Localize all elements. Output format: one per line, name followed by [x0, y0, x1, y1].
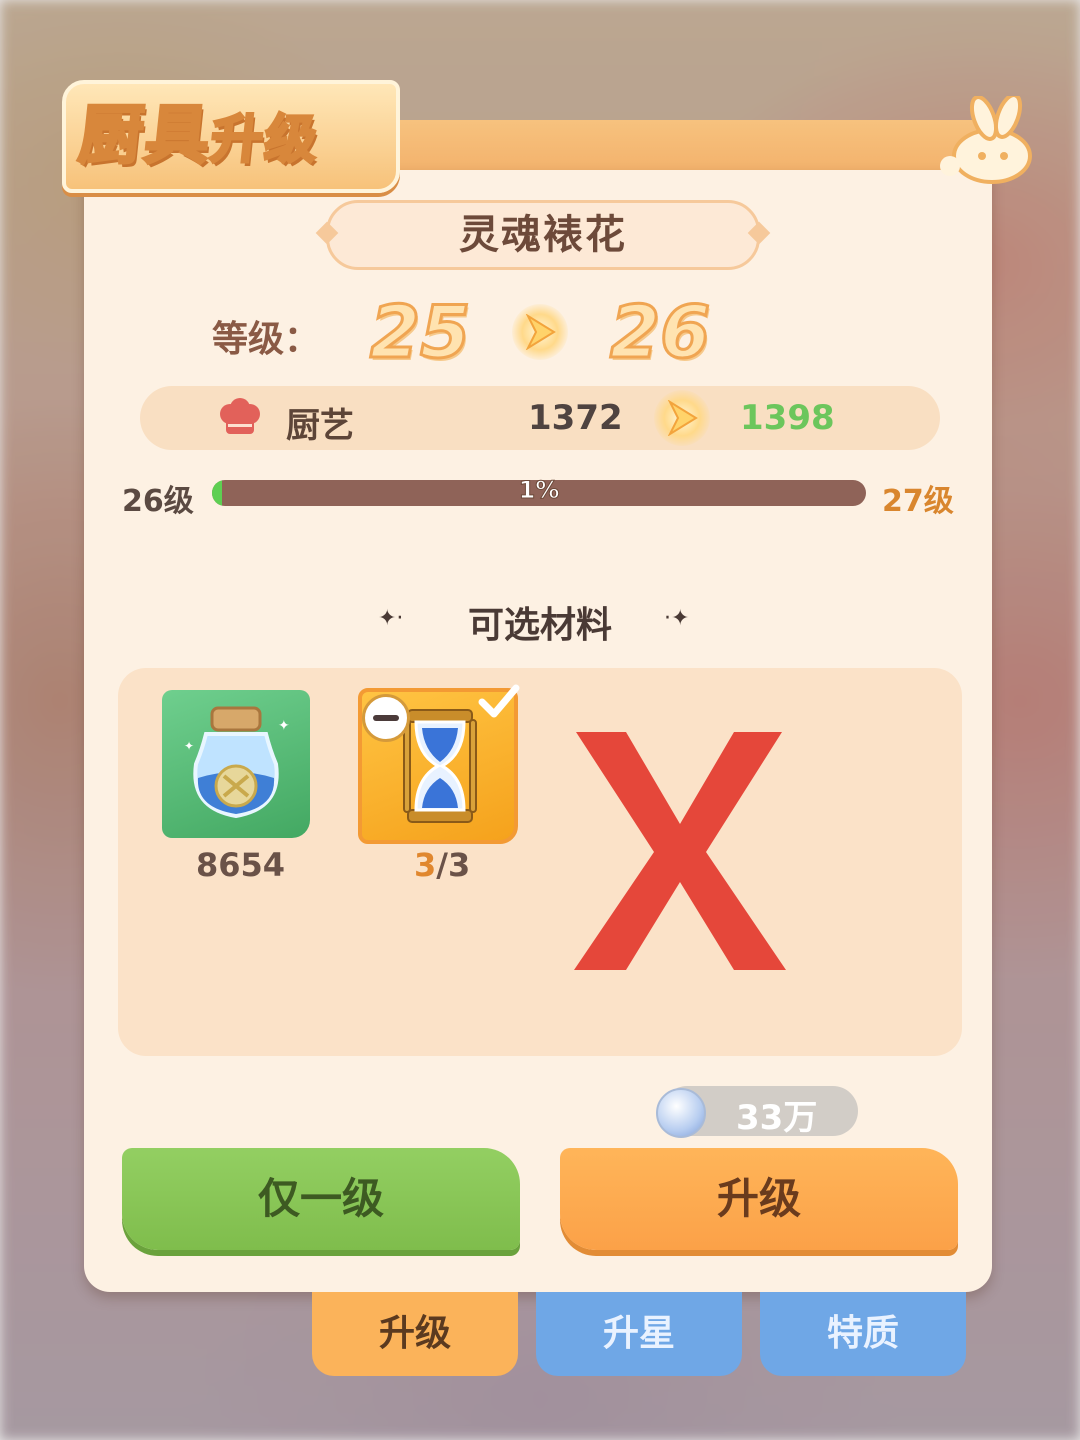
upgrade-button[interactable]: 升级 — [560, 1148, 958, 1250]
progress-percent: 1% — [518, 476, 560, 505]
material-count: 8654 — [196, 846, 286, 884]
level-arrow-icon — [512, 304, 568, 360]
chef-hat-icon — [220, 398, 260, 434]
remove-material-button[interactable] — [362, 694, 410, 742]
progress-end-label: 27级 — [882, 484, 954, 519]
stat-name: 厨艺 — [286, 406, 354, 446]
bunny-decoration-icon — [940, 96, 1032, 184]
panel-title-main: 厨具 — [74, 98, 217, 175]
panel-title-sub: 升级 — [206, 109, 323, 172]
stat-current-value: 1372 — [528, 398, 623, 438]
upgrade-cost: 33万 — [736, 1098, 818, 1138]
item-name: 灵魂裱花 — [459, 212, 627, 258]
tab-traits[interactable]: 特质 — [760, 1292, 966, 1376]
panel-title: 厨具升级 — [74, 84, 325, 176]
material-count-total: 3 — [447, 846, 471, 884]
tab-upgrade[interactable]: 升级 — [312, 1292, 518, 1376]
level-next: 26 — [608, 289, 711, 376]
stat-arrow-icon — [654, 390, 710, 446]
magic-jar-icon: ✦ ✦ — [184, 706, 290, 819]
progress-start-label: 26级 — [122, 484, 194, 519]
tab-star-up[interactable]: 升星 — [536, 1292, 742, 1376]
material-slot-jar[interactable]: ✦ ✦ — [162, 690, 310, 838]
sparkle-right-icon: ·✦ — [664, 606, 690, 631]
red-x-mark-icon — [574, 732, 786, 970]
level-current: 25 — [368, 289, 471, 376]
svg-text:✦: ✦ — [184, 739, 194, 753]
svg-text:✦: ✦ — [278, 718, 290, 734]
material-count-selected: 3/3 — [414, 846, 470, 884]
item-name-plate: 灵魂裱花 — [315, 200, 771, 270]
material-count-separator: / — [436, 846, 448, 884]
stat-next-value: 1398 — [740, 398, 835, 438]
materials-title: 可选材料 — [467, 605, 612, 646]
silver-coin-icon — [656, 1088, 706, 1138]
upgrade-one-level-button[interactable]: 仅一级 — [122, 1148, 520, 1250]
checkmark-icon — [478, 684, 520, 718]
material-count-current: 3 — [414, 846, 437, 884]
level-label: 等级： — [212, 319, 321, 360]
